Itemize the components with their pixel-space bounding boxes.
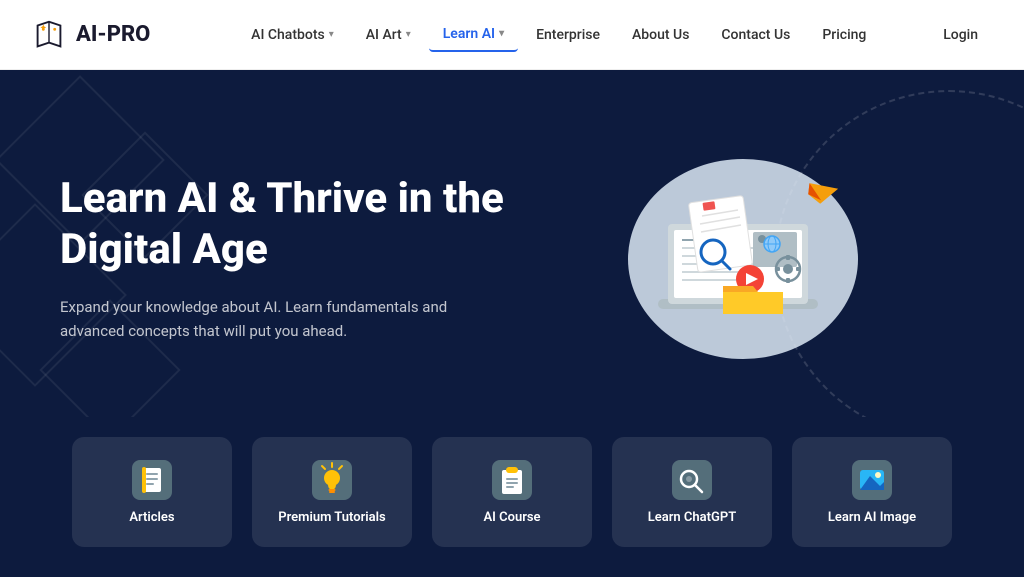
nav-item-about-us[interactable]: About Us xyxy=(618,19,703,51)
card-ai-course[interactable]: AI Course xyxy=(432,437,592,547)
nav-item-ai-chatbots[interactable]: AI Chatbots ▾ xyxy=(237,19,348,51)
card-learn-chatgpt[interactable]: Learn ChatGPT xyxy=(612,437,772,547)
cards-section: Articles Premium Tutorials xyxy=(0,417,1024,577)
chevron-down-icon: ▾ xyxy=(329,29,334,40)
logo[interactable]: AI-PRO xyxy=(30,16,150,54)
search-chat-icon xyxy=(670,458,714,502)
chevron-down-icon: ▾ xyxy=(499,28,504,39)
hero-subtitle: Expand your knowledge about AI. Learn fu… xyxy=(60,295,480,343)
hero-illustration xyxy=(512,144,964,374)
chevron-down-icon: ▾ xyxy=(406,29,411,40)
card-learn-ai-image-label: Learn AI Image xyxy=(828,510,916,527)
article-icon xyxy=(130,458,174,502)
card-premium-tutorials[interactable]: Premium Tutorials xyxy=(252,437,412,547)
card-articles-label: Articles xyxy=(129,510,174,527)
card-premium-tutorials-label: Premium Tutorials xyxy=(278,510,385,527)
card-learn-chatgpt-label: Learn ChatGPT xyxy=(648,510,736,527)
hero-svg-illustration xyxy=(598,144,878,374)
card-articles[interactable]: Articles xyxy=(72,437,232,547)
nav-item-contact-us[interactable]: Contact Us xyxy=(707,19,804,51)
nav-item-enterprise[interactable]: Enterprise xyxy=(522,19,614,51)
nav-item-ai-art[interactable]: AI Art ▾ xyxy=(352,19,425,51)
card-learn-ai-image[interactable]: Learn AI Image xyxy=(792,437,952,547)
bulb-icon xyxy=(310,458,354,502)
hero-section: Learn AI & Thrive in the Digital Age Exp… xyxy=(0,70,1024,577)
navbar: AI-PRO AI Chatbots ▾ AI Art ▾ Learn AI ▾… xyxy=(0,0,1024,70)
nav-item-learn-ai[interactable]: Learn AI ▾ xyxy=(429,18,518,52)
nav-login-button[interactable]: Login xyxy=(927,19,994,51)
nav-links: AI Chatbots ▾ AI Art ▾ Learn AI ▾ Enterp… xyxy=(190,18,927,52)
clipboard-icon xyxy=(490,458,534,502)
nav-item-pricing[interactable]: Pricing xyxy=(808,19,880,51)
card-ai-course-label: AI Course xyxy=(483,510,540,527)
hero-title: Learn AI & Thrive in the Digital Age xyxy=(60,174,512,275)
image-icon xyxy=(850,458,894,502)
hero-text: Learn AI & Thrive in the Digital Age Exp… xyxy=(60,174,512,343)
hero-content: Learn AI & Thrive in the Digital Age Exp… xyxy=(0,70,1024,417)
logo-icon xyxy=(30,16,68,54)
brand-name: AI-PRO xyxy=(76,22,150,47)
